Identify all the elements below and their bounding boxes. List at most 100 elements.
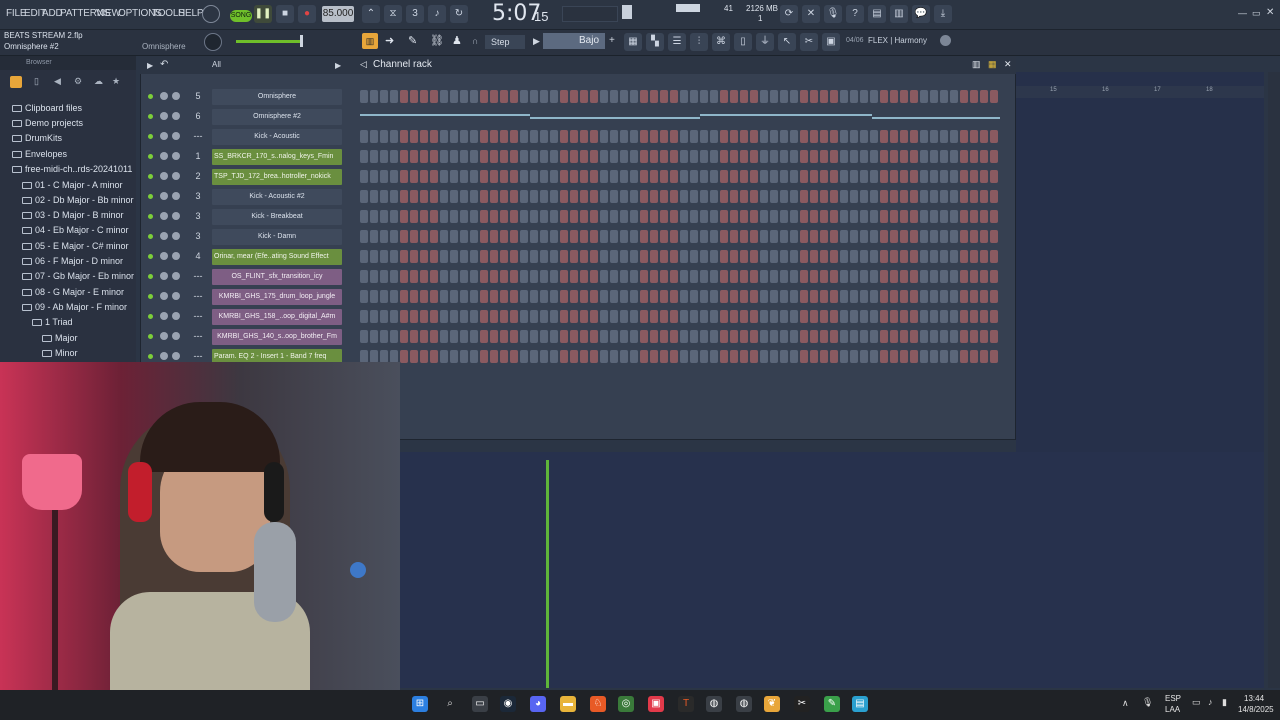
- step-button[interactable]: [610, 150, 618, 163]
- step-button[interactable]: [450, 90, 458, 103]
- step-button[interactable]: [690, 190, 698, 203]
- step-button[interactable]: [830, 210, 838, 223]
- step-button[interactable]: [940, 210, 948, 223]
- step-button[interactable]: [800, 150, 808, 163]
- step-button[interactable]: [480, 230, 488, 243]
- step-button[interactable]: [740, 190, 748, 203]
- step-button[interactable]: [610, 170, 618, 183]
- step-button[interactable]: [520, 230, 528, 243]
- panic-icon[interactable]: ✕: [802, 5, 820, 23]
- step-button[interactable]: [550, 210, 558, 223]
- browser-cloud-icon[interactable]: ☁: [94, 76, 103, 87]
- pencil-icon[interactable]: ✎: [408, 34, 417, 47]
- step-button[interactable]: [380, 330, 388, 343]
- step-button[interactable]: [710, 210, 718, 223]
- browser-gear-icon[interactable]: ⚙: [74, 76, 82, 87]
- step-button[interactable]: [680, 170, 688, 183]
- step-button[interactable]: [980, 130, 988, 143]
- step-button[interactable]: [890, 130, 898, 143]
- slider-handle[interactable]: [300, 35, 303, 47]
- step-button[interactable]: [780, 130, 788, 143]
- step-button[interactable]: [460, 330, 468, 343]
- step-button[interactable]: [800, 250, 808, 263]
- step-button[interactable]: [400, 150, 408, 163]
- step-button[interactable]: [450, 150, 458, 163]
- step-button[interactable]: [560, 90, 568, 103]
- step-button[interactable]: [770, 90, 778, 103]
- step-button[interactable]: [860, 330, 868, 343]
- step-button[interactable]: [940, 230, 948, 243]
- step-button[interactable]: [600, 250, 608, 263]
- browser-item[interactable]: 02 - Db Major - Bb minor: [22, 195, 134, 205]
- step-button[interactable]: [730, 190, 738, 203]
- record-button[interactable]: ●: [298, 5, 316, 23]
- step-button[interactable]: [910, 210, 918, 223]
- step-button[interactable]: [430, 350, 438, 363]
- keyboard-layout[interactable]: LAA: [1165, 705, 1180, 714]
- step-button[interactable]: [710, 330, 718, 343]
- step-button[interactable]: [850, 250, 858, 263]
- step-button[interactable]: [560, 250, 568, 263]
- step-button[interactable]: [720, 230, 728, 243]
- step-button[interactable]: [830, 330, 838, 343]
- step-button[interactable]: [460, 290, 468, 303]
- step-sequencer[interactable]: [360, 350, 1000, 364]
- channel-row[interactable]: 1 SS_BRKCR_170_s..nalog_keys_Fmin: [142, 148, 1002, 168]
- step-button[interactable]: [630, 130, 638, 143]
- step-button[interactable]: [510, 270, 518, 283]
- step-button[interactable]: [730, 210, 738, 223]
- playlist-icon[interactable]: ▦: [624, 33, 642, 51]
- step-button[interactable]: [850, 90, 858, 103]
- step-button[interactable]: [620, 230, 628, 243]
- step-button[interactable]: [400, 290, 408, 303]
- playhead-marker[interactable]: [546, 460, 549, 688]
- step-button[interactable]: [960, 310, 968, 323]
- step-button[interactable]: [760, 130, 768, 143]
- step-button[interactable]: [370, 150, 378, 163]
- channel-enable-led[interactable]: [148, 214, 153, 219]
- step-button[interactable]: [990, 290, 998, 303]
- step-button[interactable]: [390, 210, 398, 223]
- step-button[interactable]: [610, 270, 618, 283]
- step-button[interactable]: [900, 250, 908, 263]
- step-button[interactable]: [690, 130, 698, 143]
- step-button[interactable]: [400, 350, 408, 363]
- step-button[interactable]: [900, 310, 908, 323]
- step-button[interactable]: [390, 310, 398, 323]
- step-button[interactable]: [610, 350, 618, 363]
- step-button[interactable]: [490, 150, 498, 163]
- step-button[interactable]: [530, 190, 538, 203]
- channel-volume-knob-icon[interactable]: [172, 332, 180, 340]
- step-button[interactable]: [440, 350, 448, 363]
- step-button[interactable]: [460, 310, 468, 323]
- step-button[interactable]: [370, 290, 378, 303]
- step-button[interactable]: [410, 350, 418, 363]
- step-button[interactable]: [860, 150, 868, 163]
- step-button[interactable]: [790, 190, 798, 203]
- step-button[interactable]: [850, 190, 858, 203]
- countdown-icon[interactable]: 3: [406, 5, 424, 23]
- step-button[interactable]: [480, 150, 488, 163]
- step-button[interactable]: [710, 170, 718, 183]
- step-button[interactable]: [440, 330, 448, 343]
- step-button[interactable]: [470, 150, 478, 163]
- step-button[interactable]: [550, 130, 558, 143]
- channel-enable-led[interactable]: [148, 274, 153, 279]
- step-button[interactable]: [510, 130, 518, 143]
- step-button[interactable]: [640, 170, 648, 183]
- step-button[interactable]: [730, 150, 738, 163]
- step-button[interactable]: [760, 290, 768, 303]
- step-button[interactable]: [870, 270, 878, 283]
- maximize-icon[interactable]: ▭: [1252, 8, 1261, 19]
- step-button[interactable]: [990, 130, 998, 143]
- step-button[interactable]: [870, 190, 878, 203]
- step-button[interactable]: [880, 210, 888, 223]
- step-button[interactable]: [470, 350, 478, 363]
- step-sequencer[interactable]: [360, 330, 1000, 344]
- step-button[interactable]: [580, 190, 588, 203]
- step-button[interactable]: [700, 150, 708, 163]
- discord-icon[interactable]: ◕: [530, 696, 546, 712]
- step-button[interactable]: [910, 290, 918, 303]
- step-button[interactable]: [900, 150, 908, 163]
- step-button[interactable]: [680, 250, 688, 263]
